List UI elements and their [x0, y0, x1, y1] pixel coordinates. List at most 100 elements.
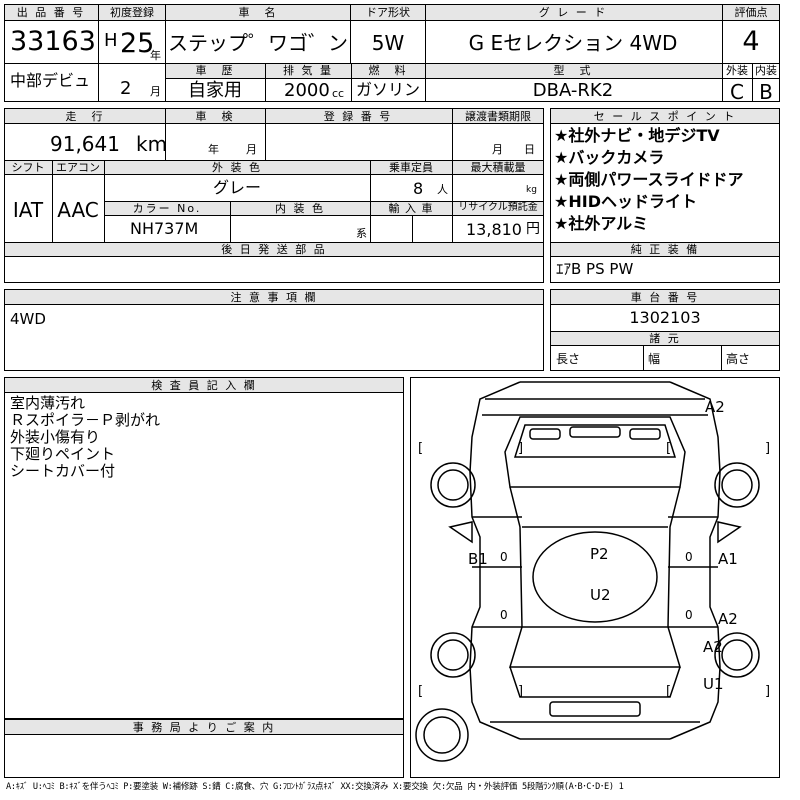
- length-label: 長さ: [556, 352, 581, 366]
- dimensions-label: 諸 元: [649, 332, 681, 345]
- mileage-label: 走 行: [65, 110, 105, 123]
- recycle-fee: 13,810: [466, 220, 522, 239]
- score-label: 評価点: [734, 6, 768, 19]
- inspector-label: 検 査 員 記 入 欄: [151, 379, 257, 392]
- fuel-label: 燃 料: [368, 64, 408, 77]
- inspector-line: シートカバー付: [10, 462, 116, 480]
- transfer-day-unit: 日: [524, 143, 535, 156]
- score: 4: [742, 26, 760, 57]
- svg-text:]: ]: [765, 684, 770, 699]
- inspector-notes: 室内薄汚れ Ｒスポイラ－Ｐ剥がれ 外装小傷有り 下廻りペイント シートカバー付: [10, 396, 160, 481]
- height-label: 高さ: [726, 352, 751, 366]
- capacity-unit: 人: [437, 183, 448, 196]
- width-label: 幅: [648, 352, 661, 366]
- inspection-month-unit: 月: [246, 143, 257, 156]
- fuel: ガソリン: [355, 80, 421, 99]
- import-label: 輸 入 車: [388, 202, 434, 215]
- sales-point-item: ★バックカメラ: [554, 148, 665, 167]
- svg-text:]: ]: [765, 441, 770, 456]
- chassis-number: 1302103: [629, 308, 701, 327]
- exterior-grade-label: 外装: [726, 64, 748, 77]
- debut-label: 中部デビュ: [10, 71, 91, 90]
- car-name: ステップ゜ワゴ゛ン: [168, 31, 348, 55]
- history-label: 車 歴: [195, 64, 235, 77]
- mileage: 91,641: [50, 132, 120, 156]
- damage-mark-left-door: B1: [468, 550, 488, 568]
- displacement: 2000: [284, 80, 330, 101]
- svg-text:[: [: [418, 684, 423, 699]
- equipment-value: ｴｱB PS PW: [556, 260, 634, 278]
- max-load-label: 最大積載量: [470, 161, 526, 174]
- interior-grade-label: 内装: [755, 64, 777, 77]
- month-unit: 月: [150, 85, 161, 98]
- transfer-deadline-label: 譲渡書類期限: [465, 110, 531, 123]
- transfer-month-unit: 月: [492, 143, 503, 156]
- damage-mark-roof-center: P2: [590, 545, 609, 563]
- year-unit: 年: [150, 49, 161, 62]
- notes-label: 注 意 事 項 欄: [230, 291, 318, 304]
- capacity: 8: [413, 179, 424, 198]
- history: 自家用: [188, 80, 242, 101]
- color-number-label: カラー No.: [132, 202, 202, 215]
- model-code: DBA-RK2: [532, 80, 614, 101]
- damage-mark-right-front-door: A1: [718, 550, 738, 568]
- grade-label: グ レ ー ド: [538, 6, 608, 19]
- sales-point-item: ★社外ナビ・地デジTV: [554, 126, 720, 145]
- capacity-label: 乗車定員: [389, 161, 433, 174]
- lot-number-label: 出 品 番 号: [16, 6, 86, 19]
- svg-text:0: 0: [685, 550, 693, 564]
- shift-type: IAT: [12, 198, 44, 222]
- displacement-label: 排 気 量: [283, 64, 333, 77]
- door-type: 5W: [371, 31, 405, 55]
- interior-grade: B: [759, 80, 773, 104]
- first-registration-label: 初度登録: [110, 6, 154, 19]
- recycle-fee-label: リサイクル預託金: [458, 202, 538, 213]
- sales-point-item: ★HIDヘッドライト: [554, 192, 697, 211]
- exterior-color: グレー: [212, 178, 262, 197]
- chassis-number-label: 車 台 番 号: [630, 291, 700, 304]
- ac-type: AAC: [57, 198, 99, 222]
- ac-label: エアコン: [56, 161, 100, 174]
- km-unit: km: [136, 132, 168, 156]
- svg-text:0: 0: [500, 550, 508, 564]
- svg-text:[: [: [666, 684, 671, 699]
- registration-month: 2: [120, 78, 132, 99]
- svg-text:0: 0: [685, 608, 693, 622]
- office-label: 事 務 局 よ り ご 案 内: [132, 721, 276, 734]
- sales-point-item: ★社外アルミ: [554, 214, 649, 233]
- car-outline: [ ] [ ] [ ] [ ] 0 0 0 0: [415, 381, 770, 762]
- door-label: ドア形状: [366, 6, 410, 19]
- lot-number: 33163: [10, 26, 96, 57]
- interior-color-label: 内 装 色: [275, 202, 325, 215]
- shift-label: シフト: [11, 161, 45, 174]
- sales-points-list: ★社外ナビ・地デジTV ★バックカメラ ★両側パワースライドドア ★HIDヘッド…: [554, 128, 744, 238]
- header-label-row2-bg: [165, 63, 722, 78]
- legend-text: A:ｷｽﾞ U:ﾍｺﾐ B:ｷｽﾞを伴うﾍｺﾐ P:要塗装 W:補修跡 S:錆 …: [6, 782, 624, 792]
- inspection-label: 車 検: [195, 110, 235, 123]
- cc-unit: cc: [332, 87, 345, 100]
- notes-text: 4WD: [10, 310, 46, 328]
- svg-text:]: ]: [518, 441, 523, 456]
- damage-mark-front-bumper: A2: [705, 398, 725, 416]
- grade: G Eセレクション 4WD: [468, 31, 678, 55]
- sales-points-label: セ ー ル ス ポ イ ン ト: [593, 110, 737, 123]
- kg-unit: kg: [526, 185, 537, 195]
- later-parts-label: 後 日 発 送 部 品: [221, 243, 327, 256]
- damage-mark-right-rear-door: A2: [718, 610, 738, 628]
- svg-text:0: 0: [500, 608, 508, 622]
- inspection-year-unit: 年: [208, 143, 219, 156]
- svg-text:[: [: [666, 441, 671, 456]
- model-label: 型 式: [553, 64, 593, 77]
- damage-mark-right-rear-lower: U1: [703, 675, 724, 693]
- svg-text:]: ]: [518, 684, 523, 699]
- yen-unit: 円: [526, 221, 540, 237]
- damage-mark-roof-lower: U2: [590, 586, 611, 604]
- exterior-grade: C: [730, 80, 744, 104]
- damage-mark-right-rear-quarter: A2: [703, 638, 723, 656]
- registration-number-label: 登 録 番 号: [323, 110, 393, 123]
- exterior-color-label: 外 装 色: [212, 161, 262, 174]
- equipment-label: 純 正 装 備: [630, 243, 700, 256]
- sales-point-item: ★両側パワースライドドア: [554, 170, 744, 189]
- era: H: [104, 30, 118, 51]
- color-number: NH737M: [130, 219, 199, 238]
